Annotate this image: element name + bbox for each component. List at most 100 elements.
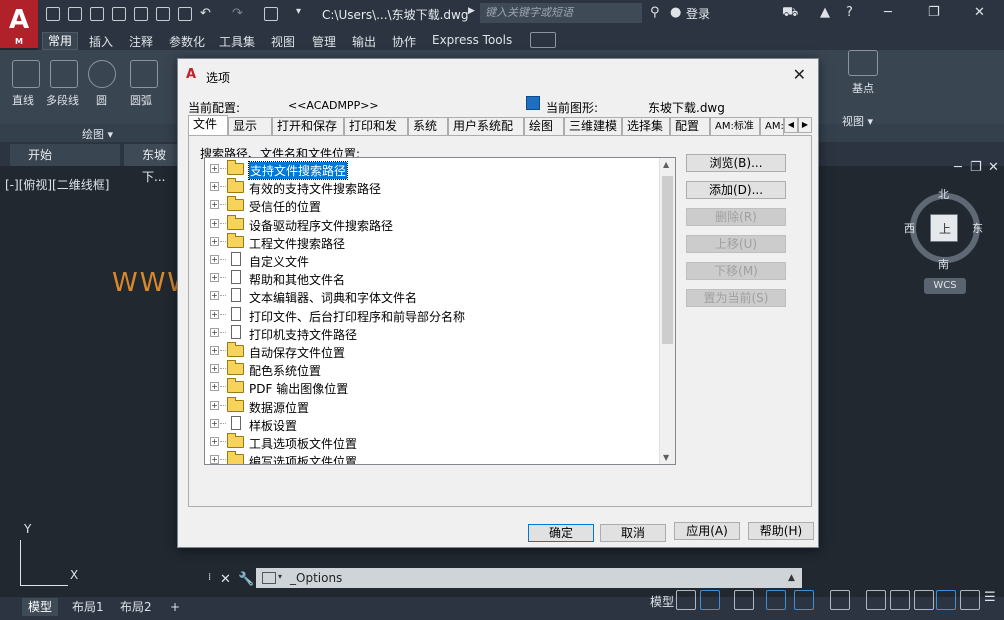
save-icon[interactable] <box>90 7 104 21</box>
arc-tool-icon[interactable] <box>130 60 158 88</box>
scroll-down-icon[interactable]: ▼ <box>663 453 669 462</box>
tree-item[interactable]: + 打印机支持文件路径 <box>205 324 655 342</box>
view-panel-title[interactable]: 视图 ▾ <box>842 113 873 129</box>
polyline-tool-icon[interactable] <box>50 60 78 88</box>
expand-icon[interactable]: + <box>210 382 219 392</box>
draw-panel-title[interactable]: 绘图 ▾ <box>82 126 113 142</box>
tab-3d-modeling[interactable]: 三维建模 <box>564 117 622 135</box>
plot-preview-icon[interactable] <box>156 7 170 21</box>
expand-icon[interactable]: + <box>210 273 219 283</box>
expand-icon[interactable]: + <box>210 164 219 173</box>
model-space-button[interactable]: 模型 <box>650 593 674 610</box>
help-icon[interactable]: ? <box>846 5 853 20</box>
tab-scroll-right-icon[interactable]: ▶ <box>798 117 812 133</box>
ribbon-tab-insert[interactable]: 插入 <box>89 33 113 50</box>
ribbon-tab-manage[interactable]: 管理 <box>312 33 336 50</box>
compass-north[interactable]: 北 <box>938 186 949 202</box>
tab-open-save[interactable]: 打开和保存 <box>272 117 344 135</box>
tab-system[interactable]: 系统 <box>408 117 448 135</box>
tab-profiles[interactable]: 配置 <box>670 117 710 135</box>
ribbon-tab-express-tools[interactable]: Express Tools <box>432 33 512 47</box>
help-button[interactable]: 帮助(H) <box>748 522 814 540</box>
expand-icon[interactable]: + <box>210 418 219 428</box>
wcs-menu[interactable]: WCS <box>924 278 966 294</box>
browse-button[interactable]: 浏览(B)... <box>686 154 786 172</box>
tree-item[interactable]: + 支持文件搜索路径 <box>205 160 655 180</box>
cmd-grip-icon[interactable]: ⁞ <box>208 572 211 583</box>
ok-button[interactable]: 确定 <box>528 524 594 542</box>
circle-tool-icon[interactable] <box>88 60 116 88</box>
move-down-button[interactable]: 下移(M) <box>686 262 786 280</box>
tab-scroll-left-icon[interactable]: ◀ <box>784 117 798 133</box>
tree-item[interactable]: + 配色系统位置 <box>205 360 655 378</box>
open-icon[interactable] <box>68 7 82 21</box>
viewport-minimize-icon[interactable]: ─ <box>954 160 962 175</box>
compass-south[interactable]: 南 <box>938 256 949 272</box>
layout-tab-1[interactable]: 布局1 <box>72 598 104 616</box>
command-line-input[interactable]: _Options <box>256 568 802 588</box>
tab-selection[interactable]: 选择集 <box>622 117 670 135</box>
tab-display[interactable]: 显示 <box>228 117 272 135</box>
ribbon-tab-view[interactable]: 视图 <box>271 33 295 50</box>
compass-east[interactable]: 东 <box>972 220 983 236</box>
tree-item[interactable]: + 自动保存文件位置 <box>205 342 655 360</box>
cmd-customize-icon[interactable]: 🔧 <box>238 572 254 587</box>
dialog-close-button[interactable]: ✕ <box>793 65 806 84</box>
expand-icon[interactable]: + <box>210 327 219 337</box>
tree-item[interactable]: + PDF 输出图像位置 <box>205 378 655 396</box>
doc-tab-drawing[interactable]: 东坡下... <box>124 144 180 184</box>
expand-icon[interactable]: + <box>210 218 219 228</box>
isolate-icon[interactable] <box>936 590 956 610</box>
cmd-close-icon[interactable]: ✕ <box>220 572 231 587</box>
tree-scrollbar[interactable]: ▲ ▼ <box>659 158 675 464</box>
ribbon-minimize-icon[interactable] <box>530 32 556 48</box>
remove-button[interactable]: 删除(R) <box>686 208 786 226</box>
tree-item[interactable]: + 工具选项板文件位置 <box>205 433 655 451</box>
viewport-restore-icon[interactable]: ❐ <box>970 160 982 175</box>
tree-item[interactable]: + 自定义文件 <box>205 251 655 269</box>
redo-icon[interactable]: ↷ <box>232 6 243 21</box>
expand-icon[interactable]: + <box>210 309 219 319</box>
connect-icon[interactable]: ▲ <box>820 5 830 20</box>
annotation-icon[interactable] <box>914 590 934 610</box>
close-icon[interactable]: ✕ <box>974 5 985 20</box>
command-history-icon[interactable]: ▾ <box>278 572 282 581</box>
ribbon-tab-toolsets[interactable]: 工具集 <box>219 33 255 50</box>
doc-tab-start[interactable]: 开始 <box>10 144 120 166</box>
tab-user-preferences[interactable]: 用户系统配置 <box>448 117 524 150</box>
expand-icon[interactable]: + <box>210 182 219 192</box>
tree-item[interactable]: + 设备驱动程序文件搜索路径 <box>205 214 655 233</box>
tree-item[interactable]: + 帮助和其他文件名 <box>205 269 655 287</box>
layout-tab-model[interactable]: 模型 <box>22 598 58 616</box>
snap-icon[interactable] <box>700 590 720 610</box>
app-menu-button[interactable]: AM <box>0 0 38 48</box>
cart-icon[interactable]: ⛟ <box>782 5 798 22</box>
expand-icon[interactable]: + <box>210 291 219 301</box>
tab-am-standard[interactable]: AM:标准 <box>710 117 760 135</box>
tree-item[interactable]: + 受信任的位置 <box>205 196 655 214</box>
expand-icon[interactable]: + <box>210 400 219 410</box>
viewcube-face[interactable]: 上 <box>930 214 958 242</box>
expand-icon[interactable]: + <box>210 255 219 264</box>
expand-icon[interactable]: + <box>210 200 219 210</box>
print-icon[interactable] <box>178 7 192 21</box>
status-menu-icon[interactable]: ☰ <box>984 590 996 605</box>
workspace-switch-icon[interactable] <box>890 590 910 610</box>
tree-item[interactable]: + 数据源位置 <box>205 396 655 415</box>
publish-icon[interactable] <box>134 7 148 21</box>
scrollbar-thumb[interactable] <box>662 176 673 344</box>
ribbon-tab-output[interactable]: 输出 <box>352 33 376 50</box>
command-expand-icon[interactable]: ▲ <box>788 573 795 583</box>
minimize-icon[interactable]: ─ <box>884 5 892 20</box>
search-input[interactable]: 键入关键字或短语 <box>480 3 642 23</box>
polar-icon[interactable] <box>766 590 786 610</box>
tree-item[interactable]: + 有效的支持文件搜索路径 <box>205 178 655 196</box>
tab-files[interactable]: 文件 <box>188 115 228 135</box>
undo-icon[interactable]: ↶ <box>200 6 211 21</box>
tree-item[interactable]: + 打印文件、后台打印程序和前导部分名称 <box>205 306 655 324</box>
ribbon-tab-parametric[interactable]: 参数化 <box>169 33 205 50</box>
layout-tab-2[interactable]: 布局2 <box>120 598 152 616</box>
tree-item[interactable]: + 工程文件搜索路径 <box>205 232 655 251</box>
layout-tab-add[interactable]: + <box>170 598 180 616</box>
expand-icon[interactable]: + <box>210 346 219 355</box>
